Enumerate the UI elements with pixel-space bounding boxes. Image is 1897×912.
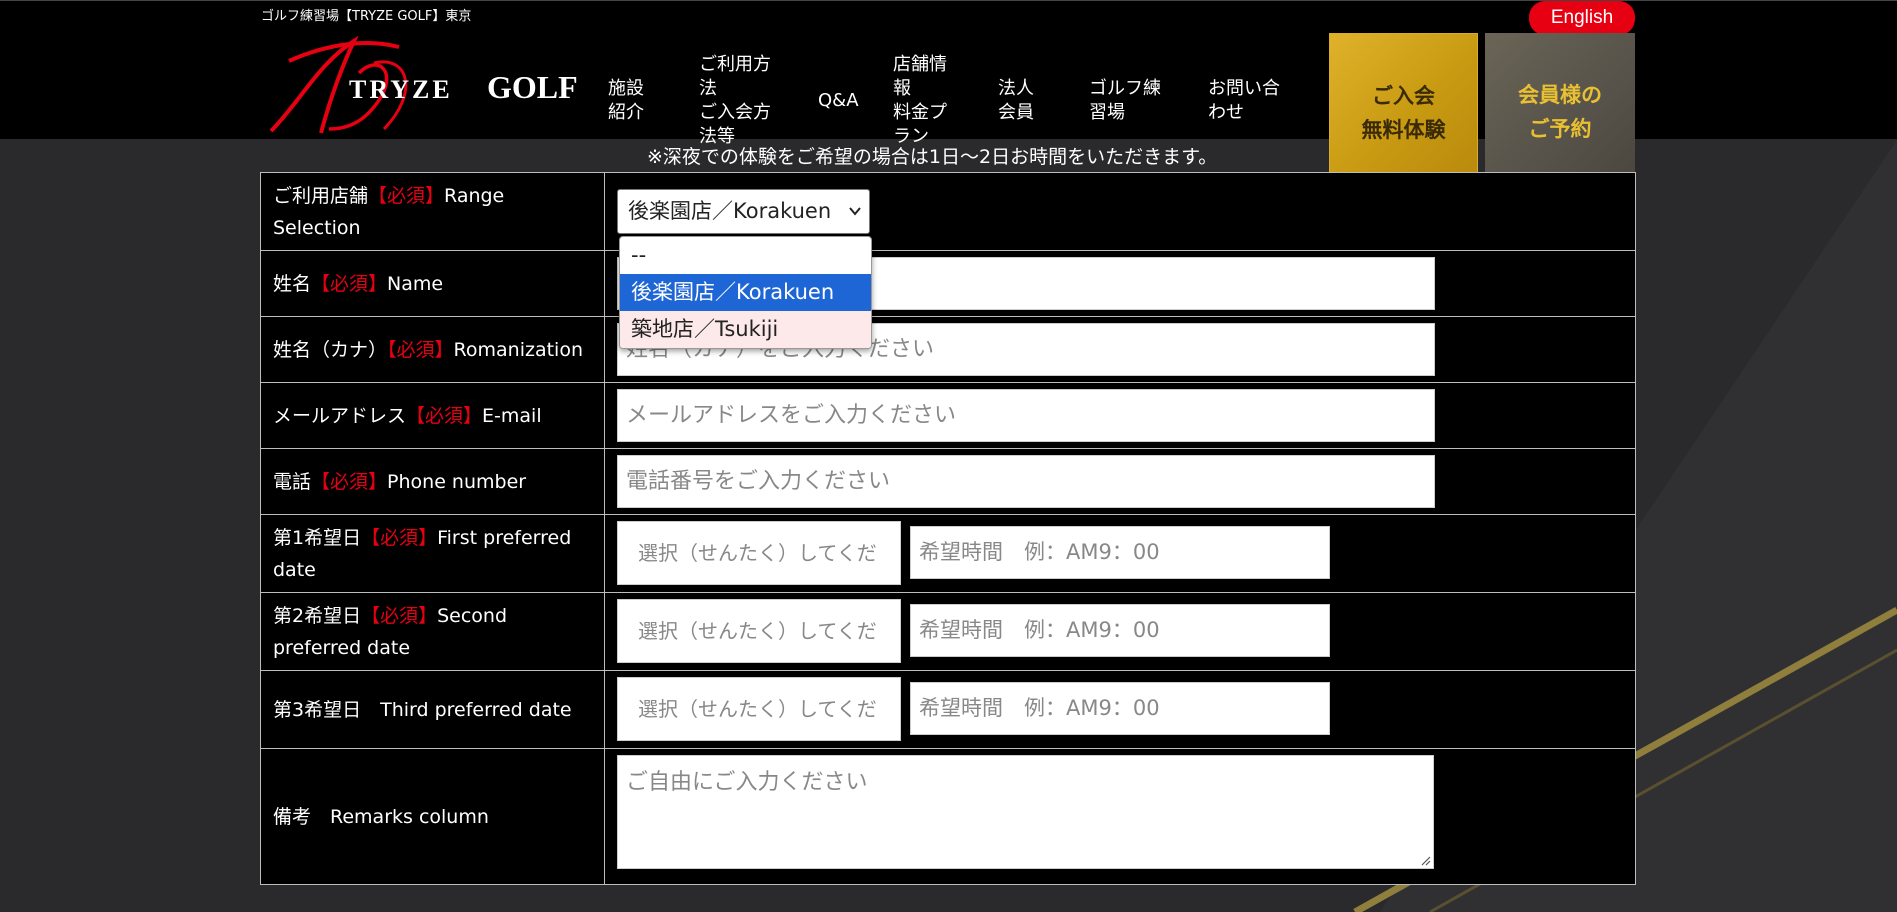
email-input[interactable]: メールアドレスをご入力ください xyxy=(617,389,1435,442)
nav-contact[interactable]: お問い合 わせ xyxy=(1208,77,1280,125)
store-select[interactable]: 後楽園店／Korakuen xyxy=(617,189,870,234)
required-mark: 【必須】 xyxy=(406,404,483,427)
row-date2: 第2希望日【必須】Second preferred date 選択（せんたく）し… xyxy=(261,593,1635,671)
logo-golf-text: GOLF xyxy=(487,69,578,105)
date1-picker[interactable]: 選択（せんたく）してくだ xyxy=(617,521,901,585)
free-trial-button[interactable]: ご入会 無料体験 xyxy=(1329,33,1478,184)
required-mark: 【必須】 xyxy=(361,526,438,549)
resize-handle-icon[interactable] xyxy=(1419,854,1431,866)
row-remarks: 備考 Remarks column ご自由にご入力ください xyxy=(261,749,1635,884)
store-option-tsukiji[interactable]: 築地店／Tsukiji xyxy=(620,311,871,348)
late-night-notice: ※深夜での体験をご希望の場合は1日〜2日お時間をいただきます。 xyxy=(647,146,1218,168)
date1-time-input[interactable]: 希望時間 例：AM9：00 xyxy=(910,526,1330,579)
nav-store-info[interactable]: 店舗情 報 料金プ ラン xyxy=(893,53,947,149)
required-mark: 【必須】 xyxy=(368,184,445,207)
remarks-textarea[interactable]: ご自由にご入力ください xyxy=(617,755,1434,869)
date3-label: 第3希望日 Third preferred date xyxy=(261,671,605,748)
nav-facility[interactable]: 施設 紹介 xyxy=(608,77,644,125)
row-store: ご利用店舗【必須】Range Selection 後楽園店／Korakuen xyxy=(261,173,1635,251)
tryze-golf-logo[interactable]: TRYZE GOLF xyxy=(259,33,584,137)
row-date1: 第1希望日【必須】First preferred date 選択（せんたく）して… xyxy=(261,515,1635,593)
nav-qa[interactable]: Q&A xyxy=(818,89,859,113)
required-mark: 【必須】 xyxy=(311,470,388,493)
row-phone: 電話【必須】Phone number 電話番号をご入力ください xyxy=(261,449,1635,515)
required-mark: 【必須】 xyxy=(311,272,388,295)
row-kana: 姓名（カナ）【必須】Romanization 姓名（カナ）をご入力ください xyxy=(261,317,1635,383)
date2-picker[interactable]: 選択（せんたく）してくだ xyxy=(617,599,901,663)
member-reservation-button[interactable]: 会員様の ご予約 xyxy=(1485,33,1635,184)
store-label: ご利用店舗【必須】Range Selection xyxy=(261,173,605,250)
english-language-button[interactable]: English xyxy=(1529,1,1635,35)
remarks-label: 備考 Remarks column xyxy=(261,749,605,884)
date3-time-input[interactable]: 希望時間 例：AM9：00 xyxy=(910,682,1330,735)
site-tagline: ゴルフ練習場【TRYZE GOLF】東京 xyxy=(261,9,472,24)
required-mark: 【必須】 xyxy=(361,604,438,627)
store-option-none[interactable]: -- xyxy=(620,237,871,274)
nav-driving-range[interactable]: ゴルフ練 習場 xyxy=(1089,77,1161,125)
row-email: メールアドレス【必須】E-mail メールアドレスをご入力ください xyxy=(261,383,1635,449)
date2-time-input[interactable]: 希望時間 例：AM9：00 xyxy=(910,604,1330,657)
reservation-form: ご利用店舗【必須】Range Selection 後楽園店／Korakuen 姓… xyxy=(260,172,1636,885)
logo-tryze-text: TRYZE xyxy=(349,75,453,104)
date3-picker[interactable]: 選択（せんたく）してくだ xyxy=(617,677,901,741)
nav-corporate[interactable]: 法人 会員 xyxy=(998,77,1034,125)
nav-usage[interactable]: ご利用方 法 ご入会方 法等 xyxy=(699,53,771,149)
store-dropdown-list: -- 後楽園店／Korakuen 築地店／Tsukiji xyxy=(619,236,872,349)
row-name: 姓名【必須】Name 姓名をご入力ください xyxy=(261,251,1635,317)
store-option-korakuen[interactable]: 後楽園店／Korakuen xyxy=(620,274,871,311)
required-mark: 【必須】 xyxy=(387,338,454,361)
row-date3: 第3希望日 Third preferred date 選択（せんたく）してくだ … xyxy=(261,671,1635,749)
phone-input[interactable]: 電話番号をご入力ください xyxy=(617,455,1435,508)
